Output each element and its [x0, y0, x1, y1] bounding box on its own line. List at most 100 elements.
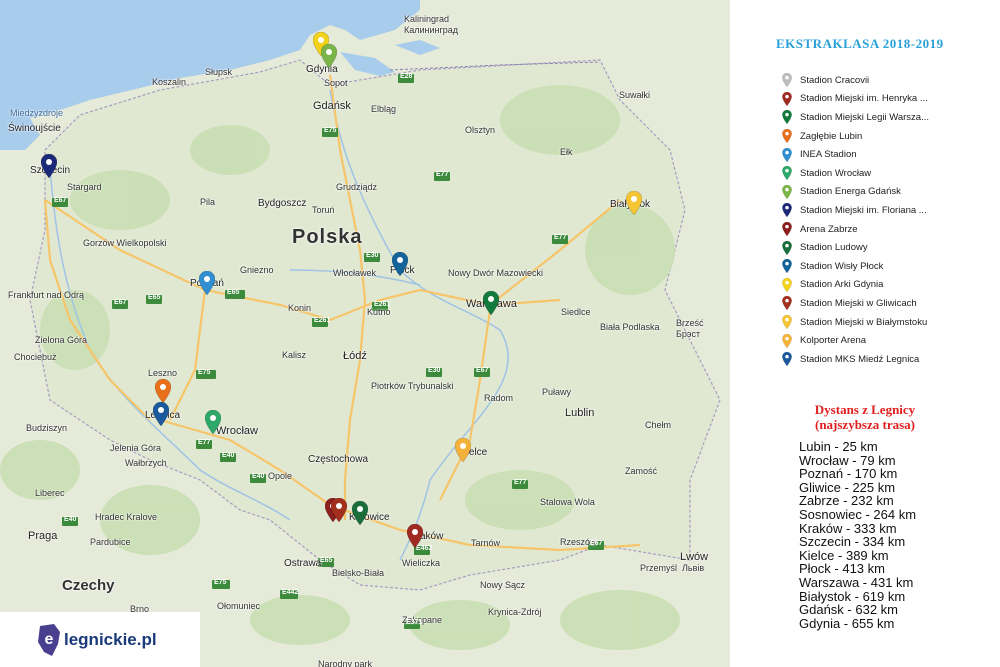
- place-label: Chociebuż: [14, 352, 57, 362]
- place-label: Radom: [484, 393, 514, 403]
- stadium-marker-wisla[interactable]: [407, 524, 423, 548]
- country-label: Polska: [292, 226, 363, 248]
- logo-letter: e: [45, 631, 54, 648]
- road-number: E30: [366, 252, 379, 259]
- distance-item: Gliwice - 225 km: [799, 479, 896, 495]
- legend-item[interactable]: Stadion Energa Gdańsk: [782, 183, 929, 202]
- map-pin-icon: [782, 166, 792, 181]
- legend-item[interactable]: Stadion Arki Gdynia: [782, 276, 929, 295]
- map-pin-icon: [782, 91, 792, 107]
- place-label: Konin: [288, 303, 312, 313]
- legend-item-label: Stadion Wrocław: [800, 167, 872, 179]
- legend-item[interactable]: Stadion Miejski im. Henryka ...: [782, 90, 929, 109]
- legend-item[interactable]: Zagłębie Lubin: [782, 127, 929, 146]
- stadium-marker-korona[interactable]: [455, 438, 471, 462]
- legend-item[interactable]: Stadion Miejski w Gliwicach: [782, 294, 929, 313]
- map-pin-icon: [782, 314, 792, 330]
- place-label: Wałbrzych: [125, 458, 167, 468]
- legend-item[interactable]: Stadion Cracovii: [782, 71, 929, 90]
- legend-item-label: Stadion Miejski im. Floriana ...: [800, 204, 927, 216]
- legend-item[interactable]: Stadion Ludowy: [782, 238, 929, 257]
- site-logo[interactable]: e legnickie.pl: [0, 612, 200, 667]
- place-label: Nowy Sącz: [480, 580, 526, 590]
- distance-item: Warszawa - 431 km: [799, 574, 914, 590]
- legend-item-label: Kolporter Arena: [800, 335, 867, 347]
- road-number: E40: [222, 452, 235, 459]
- stadium-marker-miedz[interactable]: [153, 402, 169, 426]
- legend-item-label: INEA Stadion: [800, 149, 857, 161]
- place-label: Elbląg: [371, 104, 397, 114]
- legend-item-label: Stadion Arki Gdynia: [800, 279, 884, 291]
- road-number: E75: [198, 369, 211, 376]
- place-label: Kutno: [367, 307, 391, 317]
- place-label: Stalowa Wola: [540, 497, 595, 507]
- legend-item-label: Stadion Ludowy: [800, 242, 868, 254]
- place-label: Ełk: [560, 147, 573, 157]
- country-label: Czechy: [62, 577, 115, 594]
- legend-item[interactable]: Stadion MKS Miedź Legnica: [782, 350, 929, 369]
- road-number: E30: [428, 367, 441, 374]
- distance-item: Gdynia - 655 km: [799, 615, 895, 631]
- legend-item[interactable]: Stadion Miejski im. Floriana ...: [782, 201, 929, 220]
- stadium-marker-zaglebie[interactable]: [155, 379, 171, 403]
- place-label: Ołomuniec: [217, 601, 261, 611]
- legend-item[interactable]: Stadion Wrocław: [782, 164, 929, 183]
- stadium-marker-ludowy[interactable]: [352, 501, 368, 525]
- place-label: Leszno: [148, 368, 178, 378]
- stadium-marker-plock[interactable]: [392, 252, 408, 276]
- map-pin-icon: [782, 277, 792, 293]
- place-label: Krynica-Zdrój: [488, 607, 542, 617]
- map-pin-icon: [782, 184, 792, 200]
- distance-item: Płock - 413 km: [799, 561, 885, 577]
- place-label: Toruń: [312, 205, 335, 215]
- stadium-marker-legia[interactable]: [483, 291, 499, 315]
- legend-item[interactable]: Stadion Miejski Legii Warsza...: [782, 108, 929, 127]
- road-number: E65: [227, 289, 240, 296]
- map-pin-icon: [782, 203, 792, 218]
- place-label: Tarnów: [471, 538, 501, 548]
- legend-item-label: Stadion Energa Gdańsk: [800, 186, 901, 198]
- road-number: E75: [324, 127, 337, 134]
- road-number: E67: [590, 540, 603, 547]
- map-pin-icon: [782, 352, 792, 367]
- place-label: Grudziądz: [336, 182, 378, 192]
- place-label: Świnoujście: [8, 123, 61, 134]
- stadium-marker-jagiellonia[interactable]: [626, 191, 642, 215]
- map-pin-icon: [782, 128, 792, 144]
- road-number: E75: [214, 579, 227, 586]
- water-label: Miedzyzdroje: [10, 108, 64, 118]
- stadium-marker-lechia[interactable]: [321, 44, 337, 68]
- distance-title-line2: (najszybsza trasa): [814, 417, 915, 432]
- legend-item[interactable]: Kolporter Arena: [782, 331, 929, 350]
- map-pin-icon: [782, 333, 792, 348]
- place-label: Bydgoszcz: [258, 198, 307, 209]
- road-number: E40: [252, 473, 265, 480]
- legend-item[interactable]: INEA Stadion: [782, 145, 929, 164]
- road-number: E261: [314, 317, 331, 324]
- place-label: Budziszyn: [26, 423, 68, 433]
- road-number: E40: [64, 516, 77, 523]
- place-label: Kalisz: [282, 350, 307, 360]
- stadium-marker-gliwice[interactable]: [331, 498, 347, 522]
- stadium-marker-pogon[interactable]: [41, 154, 57, 178]
- legend-item[interactable]: Stadion Miejski w Białymstoku: [782, 313, 929, 332]
- distance-title: Dystans z Legnicy (najszybsza trasa): [790, 402, 940, 432]
- place-label: Lublin: [565, 407, 595, 419]
- legend-item-label: Zagłębie Lubin: [800, 130, 863, 142]
- place-label: Brześć: [676, 318, 704, 328]
- map-pin-icon: [782, 147, 792, 162]
- place-label: Łódź: [343, 350, 367, 362]
- road-number: E261: [374, 301, 391, 308]
- stadium-marker-wroclaw[interactable]: [205, 410, 221, 434]
- place-label: Nowy Dwór Mazowiecki: [448, 268, 544, 278]
- stadium-marker-inea[interactable]: [199, 271, 215, 295]
- place-label: Włocławek: [333, 268, 377, 278]
- road-number: E77: [554, 234, 567, 241]
- place-label: Jelenia Góra: [110, 443, 162, 453]
- place-label: Siedlce: [561, 307, 591, 317]
- place-label: Chełm: [645, 420, 672, 430]
- legend-item[interactable]: Stadion Wisły Płock: [782, 257, 929, 276]
- map-canvas[interactable]: ŚwinoujścieSzczecinStargardPilaGorzów Wi…: [0, 0, 730, 667]
- legend-item[interactable]: Arena Zabrze: [782, 220, 929, 239]
- place-label: Wieliczka: [402, 558, 441, 568]
